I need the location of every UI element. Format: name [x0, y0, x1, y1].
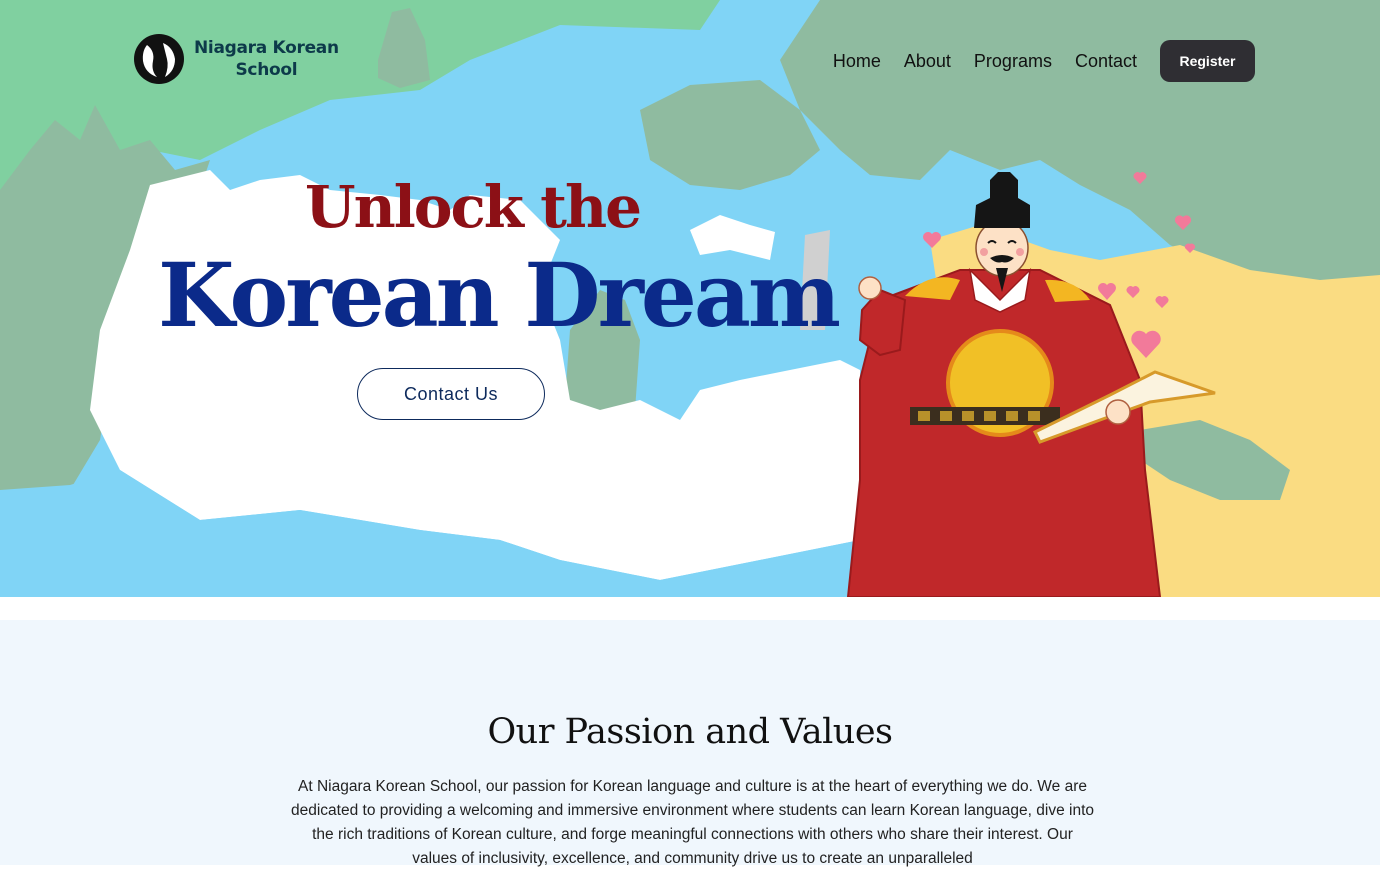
nav-programs[interactable]: Programs	[974, 51, 1052, 72]
contact-us-button[interactable]: Contact Us	[357, 368, 545, 420]
nav-home[interactable]: Home	[833, 51, 881, 72]
site-logo[interactable]: Niagara Korean School	[133, 33, 339, 85]
logo-icon	[134, 34, 184, 84]
nav-contact[interactable]: Contact	[1075, 51, 1137, 72]
hero-section: Niagara Korean School Home About Program…	[0, 0, 1380, 597]
passion-values-section: Our Passion and Values At Niagara Korean…	[0, 620, 1380, 867]
section-body: At Niagara Korean School, our passion fo…	[290, 778, 1095, 867]
logo-line-1: Niagara Korean	[194, 38, 339, 58]
logo-text: Niagara Korean School	[194, 37, 339, 81]
main-nav: Home About Programs Contact Register	[833, 40, 1255, 82]
section-title: Our Passion and Values	[487, 712, 893, 752]
hero-headline-line-1: Unlock the	[305, 173, 642, 241]
logo-line-2: School	[235, 60, 298, 80]
nav-about[interactable]: About	[904, 51, 951, 72]
register-button[interactable]: Register	[1160, 40, 1255, 82]
hero-headline-line-2: Korean Dream	[158, 243, 841, 347]
